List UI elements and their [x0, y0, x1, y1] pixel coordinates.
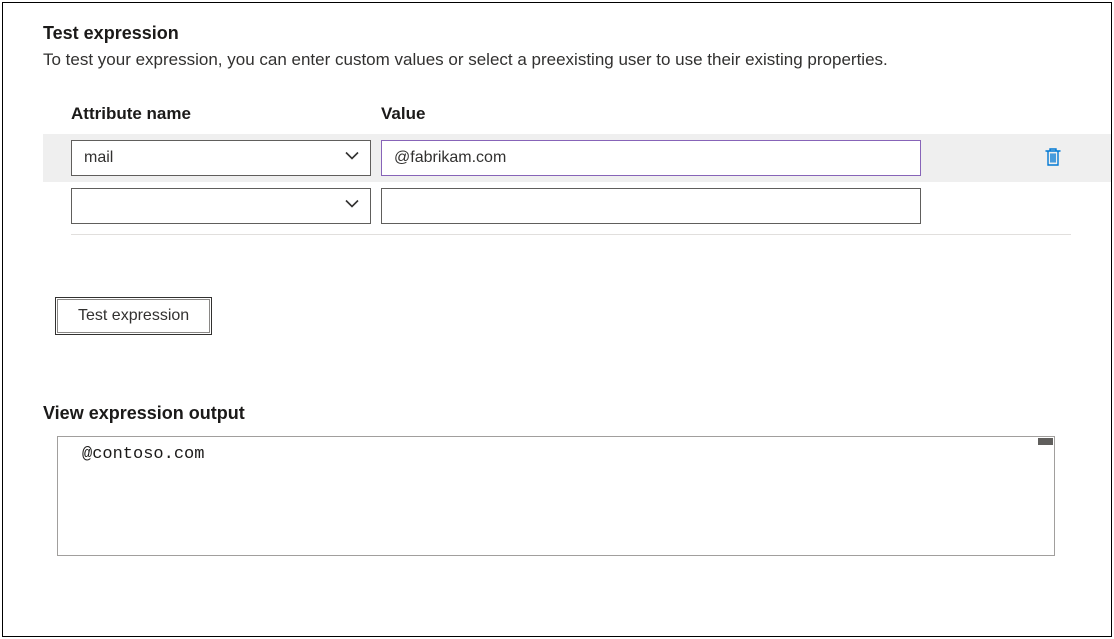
scrollbar-indicator — [1038, 438, 1053, 445]
attribute-name-dropdown[interactable] — [71, 188, 371, 224]
header-attribute-name: Attribute name — [71, 104, 381, 124]
attribute-section: Attribute name Value — [43, 104, 1071, 235]
output-value: @contoso.com — [82, 445, 204, 464]
test-expression-button[interactable]: Test expression — [57, 299, 210, 333]
attribute-select-wrap — [71, 140, 371, 176]
attribute-rows — [71, 134, 1071, 235]
expression-output-textarea[interactable]: @contoso.com — [57, 436, 1055, 556]
attribute-name-dropdown[interactable] — [71, 140, 371, 176]
attribute-select-wrap — [71, 188, 371, 224]
column-headers: Attribute name Value — [71, 104, 1071, 124]
test-expression-panel: Test expression To test your expression,… — [2, 2, 1112, 637]
attribute-row — [71, 182, 1071, 230]
output-title: View expression output — [43, 403, 1071, 424]
attribute-value-input[interactable] — [381, 140, 921, 176]
attribute-row — [43, 134, 1111, 182]
trash-icon — [1044, 147, 1062, 170]
attribute-value-input[interactable] — [381, 188, 921, 224]
section-description: To test your expression, you can enter c… — [43, 50, 1071, 70]
section-title: Test expression — [43, 23, 1071, 44]
header-value: Value — [381, 104, 425, 124]
delete-row-button[interactable] — [1035, 140, 1071, 176]
